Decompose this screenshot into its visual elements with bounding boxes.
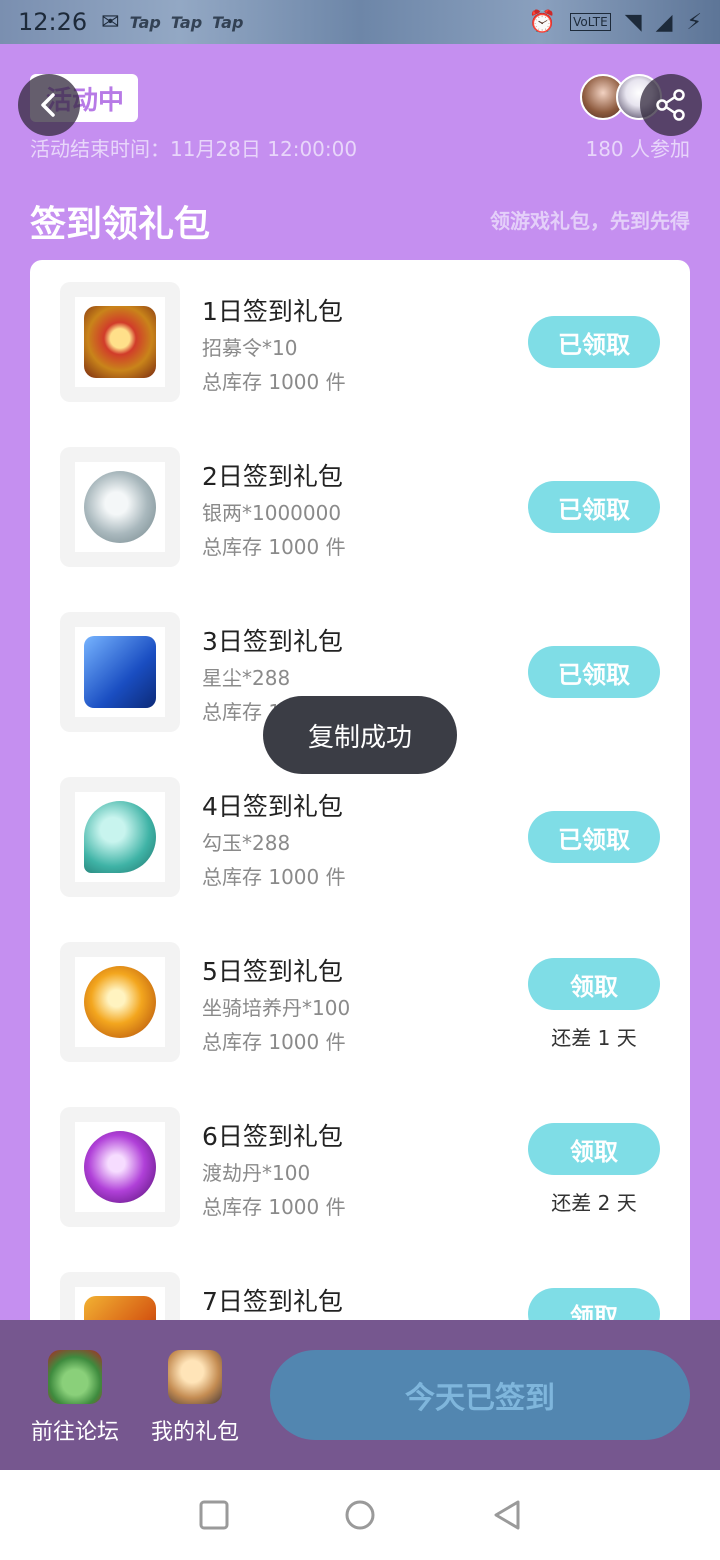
battery-charging-icon: ⚡ — [686, 9, 702, 35]
bottom-action-bar: 前往论坛 我的礼包 今天已签到 — [0, 1320, 720, 1470]
gift-stock: 总库存 1000 件 — [202, 1030, 346, 1054]
gift-list: 1日签到礼包 招募令*10 总库存 1000 件 已领取 2日签到礼包 银两*1… — [30, 260, 690, 1320]
claim-button[interactable]: 领取 — [528, 1288, 660, 1320]
clock: 12:26 — [18, 8, 88, 36]
gift-item: 星尘*288 — [202, 666, 291, 690]
gift-row-day-2: 2日签到礼包 银两*1000000 总库存 1000 件 已领取 — [30, 425, 690, 590]
recents-button[interactable] — [197, 1498, 231, 1532]
gift-thumbnail — [60, 447, 180, 567]
gift-title: 2日签到礼包 — [202, 462, 343, 491]
signed-in-today-button[interactable]: 今天已签到 — [270, 1350, 690, 1440]
my-gifts-icon — [168, 1350, 222, 1404]
square-icon — [199, 1500, 229, 1530]
gift-title: 5日签到礼包 — [202, 957, 343, 986]
gift-stock: 总库存 1000 件 — [202, 535, 346, 559]
gift-item: 招募令*10 — [202, 336, 298, 360]
forum-button[interactable]: 前往论坛 — [25, 1350, 125, 1446]
home-button[interactable] — [343, 1498, 377, 1532]
gift-title: 3日签到礼包 — [202, 627, 343, 656]
stardust-chest-icon — [84, 636, 156, 708]
alarm-icon: ⏰ — [528, 9, 557, 35]
my-gifts-label: 我的礼包 — [150, 1420, 239, 1445]
back-nav-button[interactable] — [490, 1498, 524, 1532]
message-icon: ✉ — [101, 9, 120, 35]
gift-item: 渡劫丹*100 — [202, 1161, 311, 1185]
days-remaining: 还差 1 天 — [551, 1026, 637, 1050]
gift-title: 7日签到礼包 — [202, 1287, 343, 1316]
wifi-icon: ◥ — [624, 9, 642, 35]
gift-thumbnail — [60, 1107, 180, 1227]
gift-item: 坐骑培养丹*100 — [202, 996, 351, 1020]
forum-game-icon — [48, 1350, 102, 1404]
gift-item: 银两*1000000 — [202, 501, 342, 525]
gift-thumbnail — [60, 942, 180, 1062]
recruit-token-icon — [84, 306, 156, 378]
activity-end-time: 活动结束时间：11月28日 12:00:00 — [30, 137, 358, 161]
circle-icon — [345, 1500, 375, 1530]
magatama-icon — [84, 801, 156, 873]
section-subtitle: 领游戏礼包，先到先得 — [490, 209, 690, 233]
gift-title: 1日签到礼包 — [202, 297, 343, 326]
claimed-button[interactable]: 已领取 — [528, 646, 660, 698]
back-button[interactable] — [18, 74, 80, 136]
gift-row-day-7: 7日签到礼包 领取 — [30, 1250, 690, 1320]
notification-tap-3: Tap — [212, 12, 244, 32]
participant-count: 180 人参加 — [585, 137, 690, 161]
gift-item-icon — [84, 1296, 156, 1320]
gift-row-day-6: 6日签到礼包 渡劫丹*100 总库存 1000 件 领取 还差 2 天 — [30, 1085, 690, 1250]
claim-button[interactable]: 领取 — [528, 958, 660, 1010]
claimed-button[interactable]: 已领取 — [528, 811, 660, 863]
forum-label: 前往论坛 — [30, 1420, 119, 1445]
gift-stock: 总库存 1000 件 — [202, 370, 346, 394]
gift-title: 6日签到礼包 — [202, 1122, 343, 1151]
status-bar: 12:26 ✉ Tap Tap Tap ⏰ VoLTE ◥ ◢ ⚡ — [0, 0, 720, 44]
section-title: 签到领礼包 — [30, 204, 211, 245]
claimed-button[interactable]: 已领取 — [528, 481, 660, 533]
gift-row-day-4: 4日签到礼包 勾玉*288 总库存 1000 件 已领取 — [30, 755, 690, 920]
gift-thumbnail — [60, 777, 180, 897]
claimed-button[interactable]: 已领取 — [528, 316, 660, 368]
signal-icon: ◢ — [655, 9, 673, 35]
tribulation-pill-icon — [84, 1131, 156, 1203]
toast-message: 复制成功 — [263, 696, 457, 774]
system-navigation-bar — [0, 1470, 720, 1560]
claim-button[interactable]: 领取 — [528, 1123, 660, 1175]
gift-thumbnail — [60, 1272, 180, 1320]
gift-thumbnail — [60, 612, 180, 732]
notification-tap-2: Tap — [170, 12, 203, 32]
silver-coin-icon — [84, 471, 156, 543]
gift-stock: 总库存 1000 件 — [202, 1195, 346, 1219]
gift-item: 勾玉*288 — [202, 831, 291, 855]
volte-icon: VoLTE — [570, 13, 611, 31]
share-button[interactable] — [640, 74, 702, 136]
my-gifts-button[interactable]: 我的礼包 — [145, 1350, 245, 1446]
triangle-back-icon — [494, 1500, 520, 1530]
days-remaining: 还差 2 天 — [551, 1191, 637, 1215]
share-icon — [656, 89, 685, 121]
notification-tap-1: Tap — [129, 12, 161, 32]
gift-row-day-5: 5日签到礼包 坐骑培养丹*100 总库存 1000 件 领取 还差 1 天 — [30, 920, 690, 1085]
mount-pill-icon — [84, 966, 156, 1038]
gift-stock: 总库存 1000 件 — [202, 865, 346, 889]
gift-thumbnail — [60, 282, 180, 402]
chevron-left-icon — [41, 93, 55, 117]
gift-title: 4日签到礼包 — [202, 792, 343, 821]
gift-row-day-1: 1日签到礼包 招募令*10 总库存 1000 件 已领取 — [30, 260, 690, 425]
